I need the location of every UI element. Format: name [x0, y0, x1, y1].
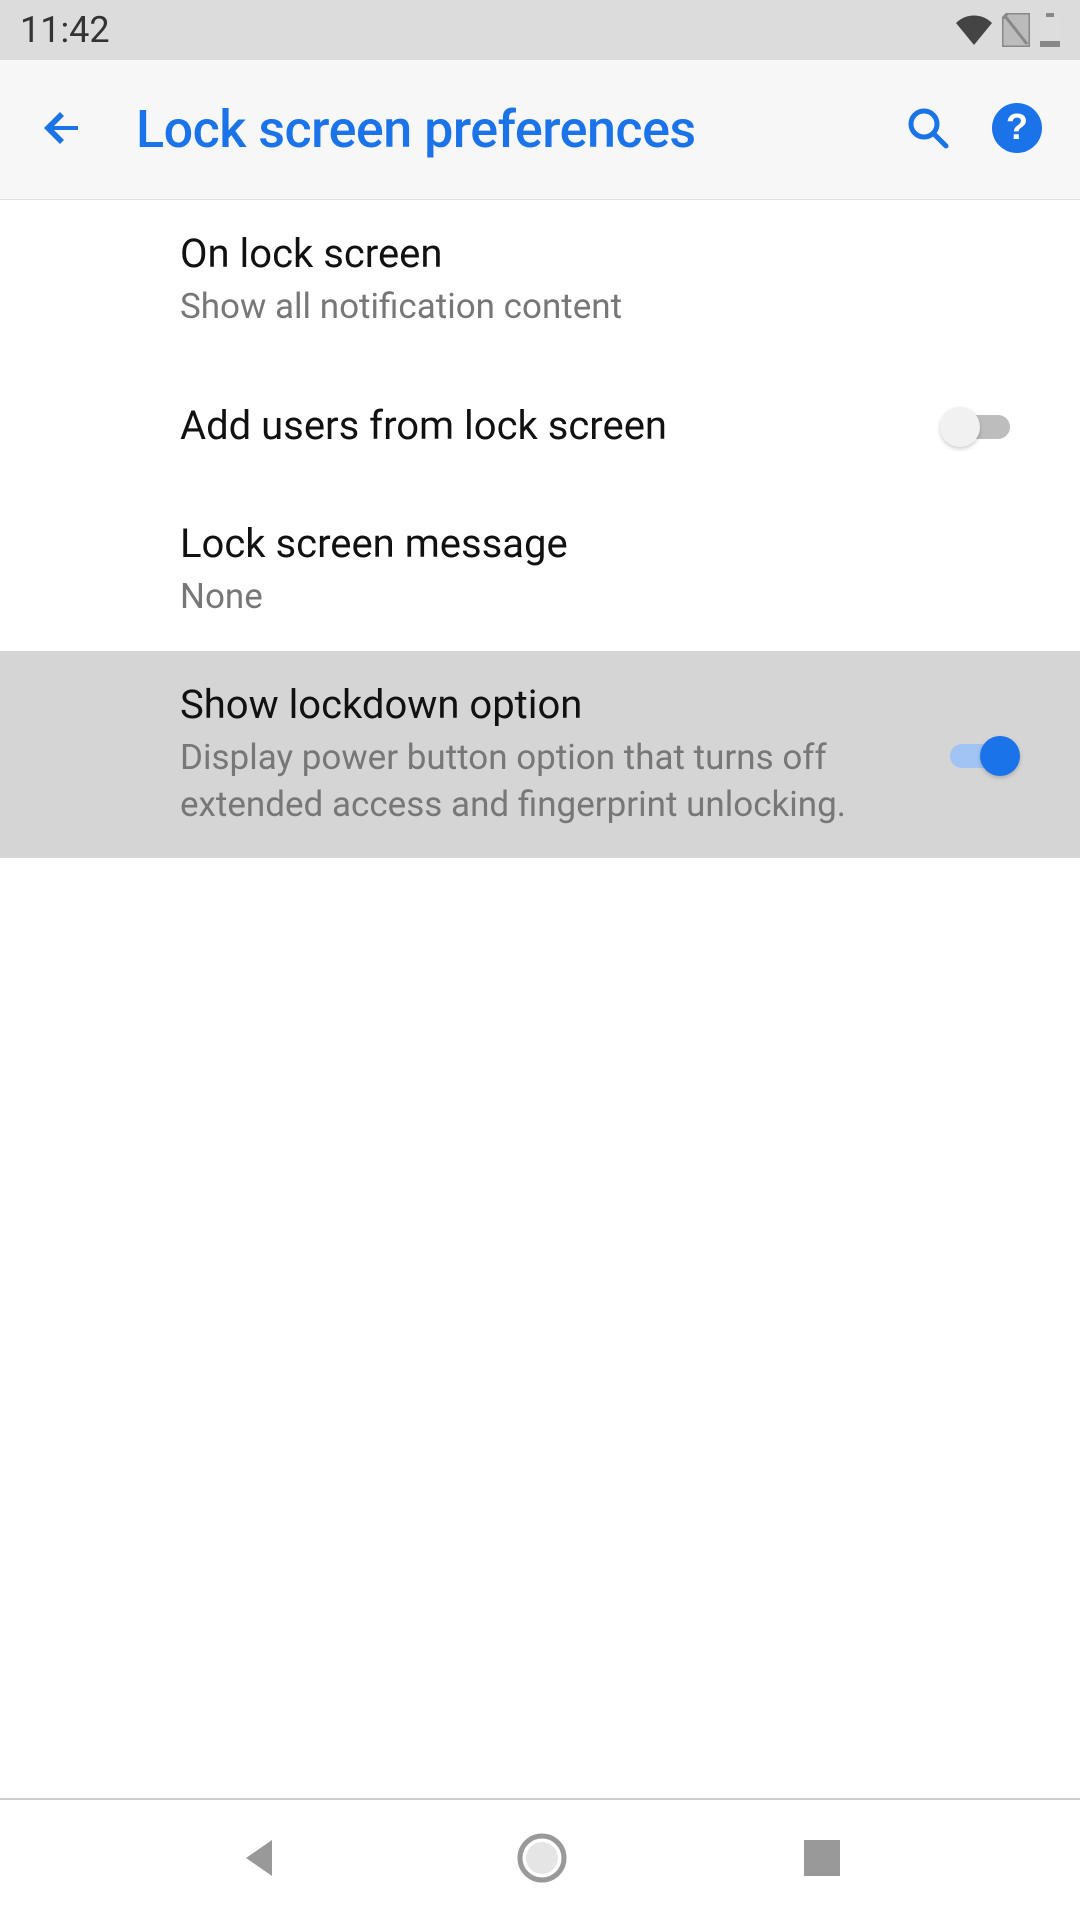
back-button[interactable] [28, 94, 96, 166]
content-area: On lock screen Show all notification con… [0, 200, 1080, 858]
status-bar: 11:42 [0, 0, 1080, 60]
switch-thumb [980, 736, 1020, 776]
back-arrow-icon [38, 104, 86, 152]
add-users-switch[interactable] [940, 405, 1020, 445]
pref-title: On lock screen [180, 230, 1040, 277]
page-title: Lock screen preferences [136, 99, 874, 160]
action-bar: Lock screen preferences ? [0, 60, 1080, 200]
switch-thumb [940, 407, 980, 447]
battery-icon [1040, 13, 1060, 47]
triangle-back-icon [238, 1836, 282, 1880]
pref-show-lockdown[interactable]: Show lockdown option Display power butto… [0, 651, 1080, 859]
help-button[interactable]: ? [982, 93, 1052, 167]
search-icon [904, 104, 952, 152]
help-icon: ? [992, 103, 1042, 153]
pref-subtitle: Display power button option that turns o… [180, 734, 910, 829]
nav-home-button[interactable] [497, 1813, 587, 1907]
nav-back-button[interactable] [218, 1816, 302, 1904]
pref-on-lock-screen[interactable]: On lock screen Show all notification con… [0, 200, 1080, 360]
wifi-icon [956, 15, 992, 45]
search-button[interactable] [894, 94, 962, 166]
svg-text:?: ? [1006, 106, 1028, 147]
square-recent-icon [802, 1838, 842, 1878]
status-time: 11:42 [20, 9, 110, 51]
pref-lock-screen-message[interactable]: Lock screen message None [0, 490, 1080, 650]
pref-title: Add users from lock screen [180, 402, 910, 449]
pref-add-users[interactable]: Add users from lock screen [0, 360, 1080, 490]
navigation-bar [0, 1800, 1080, 1920]
show-lockdown-switch[interactable] [940, 734, 1020, 774]
pref-subtitle: Show all notification content [180, 283, 1040, 330]
circle-home-icon [517, 1833, 567, 1883]
pref-title: Show lockdown option [180, 681, 910, 728]
pref-title: Lock screen message [180, 520, 1040, 567]
status-icons [956, 13, 1060, 47]
nav-recent-button[interactable] [782, 1818, 862, 1902]
pref-subtitle: None [180, 573, 1040, 620]
no-sim-icon [1002, 13, 1030, 47]
